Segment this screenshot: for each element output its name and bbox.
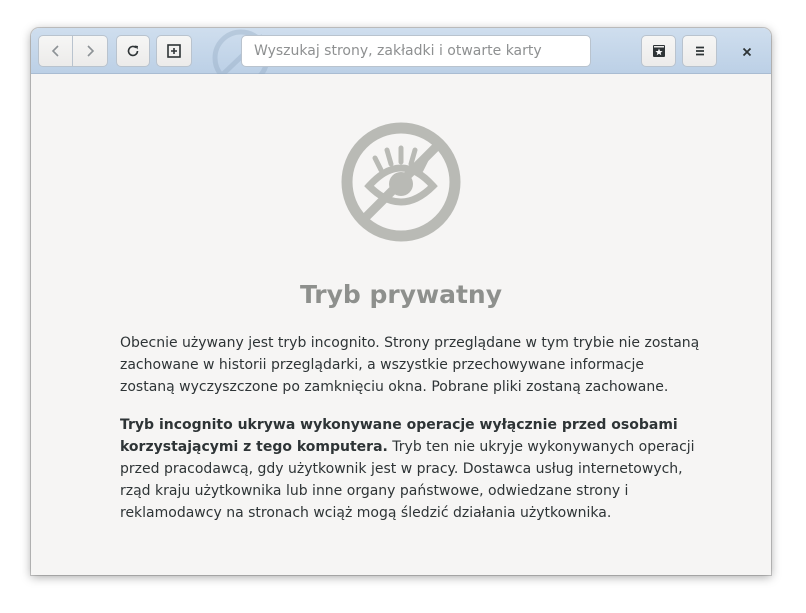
search-input[interactable] (241, 35, 591, 67)
browser-window: Tryb prywatny Obecnie używany jest tryb … (31, 28, 771, 575)
reload-button[interactable] (116, 35, 150, 67)
forward-button[interactable] (73, 35, 108, 67)
new-tab-icon (167, 44, 181, 58)
incognito-eye-icon (341, 122, 461, 242)
menu-button[interactable] (682, 35, 717, 67)
close-icon (742, 47, 752, 57)
incognito-warning: Tryb incognito ukrywa wykonywane operacj… (120, 414, 700, 524)
headerbar (31, 28, 771, 74)
reload-icon (127, 45, 139, 57)
incognito-description: Obecnie używany jest tryb incognito. Str… (120, 335, 700, 395)
page-title: Tryb prywatny (299, 280, 503, 309)
private-mode-page: Tryb prywatny Obecnie używany jest tryb … (31, 74, 771, 575)
hamburger-menu-icon (695, 46, 704, 56)
bookmark-star-icon (652, 45, 665, 57)
close-button[interactable] (737, 42, 757, 62)
new-tab-button[interactable] (156, 35, 192, 67)
chevron-left-icon (51, 45, 59, 57)
bookmarks-button[interactable] (641, 35, 676, 67)
back-button[interactable] (38, 35, 73, 67)
chevron-right-icon (87, 45, 95, 57)
